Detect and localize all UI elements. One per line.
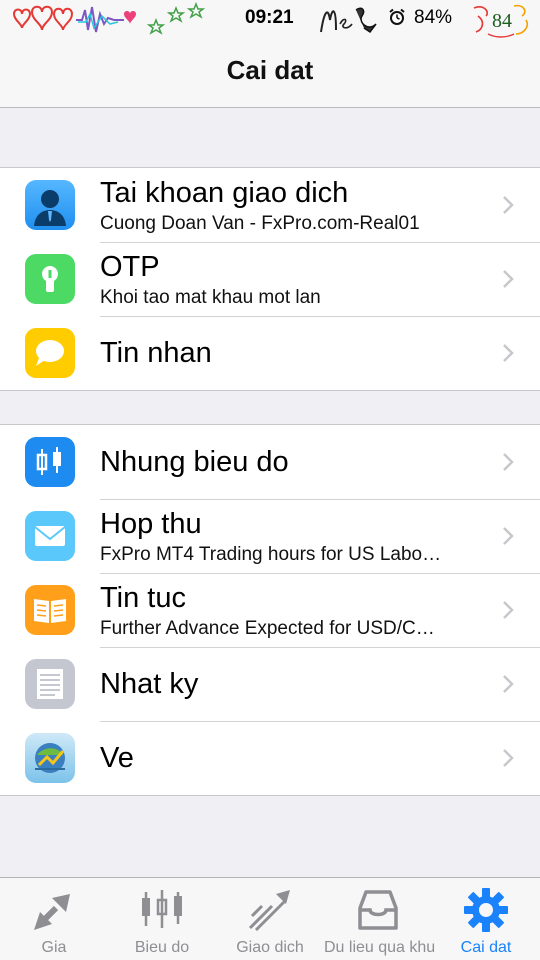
row-title: Tin tuc bbox=[100, 582, 186, 614]
badge-decoration: 84 bbox=[470, 2, 532, 38]
chevron-right-icon bbox=[503, 749, 514, 767]
settings-row-charts[interactable]: Nhung bieu do bbox=[0, 425, 540, 499]
tab-label: Giao dich bbox=[236, 939, 304, 956]
journal-lines-icon bbox=[25, 659, 75, 709]
settings-row-mailbox[interactable]: Hop thu FxPro MT4 Trading hours for US L… bbox=[0, 499, 540, 573]
status-bar: 09:21 84% 84 bbox=[0, 0, 540, 38]
chevron-right-icon bbox=[503, 675, 514, 693]
settings-group-content: Nhung bieu do Hop thu FxPro MT4 Trading … bbox=[0, 424, 540, 796]
gear-icon bbox=[464, 888, 508, 932]
row-subtitle: Further Advance Expected for USD/C… bbox=[100, 618, 435, 639]
tab-history[interactable]: Du lieu qua khu bbox=[324, 878, 436, 960]
tab-charts[interactable]: Bieu do bbox=[108, 878, 216, 960]
row-subtitle: Cuong Doan Van - FxPro.com-Real01 bbox=[100, 213, 420, 234]
history-tray-icon bbox=[358, 890, 398, 930]
top-bar: 09:21 84% 84 Cai dat bbox=[0, 0, 540, 108]
settings-row-otp[interactable]: OTP Khoi tao mat khau mot lan bbox=[0, 242, 540, 316]
envelope-icon bbox=[25, 511, 75, 561]
tab-bar: Gia Bieu do Giao dich Du lieu qua khu Ca… bbox=[0, 877, 540, 960]
open-book-icon bbox=[25, 585, 75, 635]
settings-row-journal[interactable]: Nhat ky bbox=[0, 647, 540, 721]
settings-row-trading-account[interactable]: Tai khoan giao dich Cuong Doan Van - FxP… bbox=[0, 168, 540, 242]
quote-arrows-icon bbox=[34, 894, 70, 930]
settings-row-about[interactable]: Ve bbox=[0, 721, 540, 795]
keyhole-icon bbox=[25, 254, 75, 304]
settings-row-news[interactable]: Tin tuc Further Advance Expected for USD… bbox=[0, 573, 540, 647]
tab-trade[interactable]: Giao dich bbox=[216, 878, 324, 960]
tab-label: Du lieu qua khu bbox=[324, 939, 436, 956]
chevron-right-icon bbox=[503, 527, 514, 545]
candlestick-icon bbox=[142, 890, 182, 928]
trade-trend-icon bbox=[248, 890, 290, 932]
row-subtitle: Khoi tao mat khau mot lan bbox=[100, 287, 321, 308]
chevron-right-icon bbox=[503, 270, 514, 288]
message-bubble-icon bbox=[25, 328, 75, 378]
row-title: Nhat ky bbox=[100, 668, 199, 700]
status-time: 09:21 bbox=[245, 7, 294, 28]
row-title: Nhung bieu do bbox=[100, 446, 289, 478]
tab-settings[interactable]: Cai dat bbox=[432, 878, 540, 960]
tab-label: Cai dat bbox=[460, 939, 512, 956]
candlestick-chart-icon bbox=[25, 437, 75, 487]
row-subtitle: FxPro MT4 Trading hours for US Labo… bbox=[100, 544, 442, 565]
chevron-right-icon bbox=[503, 601, 514, 619]
row-title: OTP bbox=[100, 251, 160, 283]
page-title: Cai dat bbox=[226, 55, 314, 85]
battery-percentage: 84% bbox=[414, 7, 453, 28]
badge-number: 84 bbox=[492, 10, 512, 32]
chevron-right-icon bbox=[503, 453, 514, 471]
chevron-right-icon bbox=[503, 344, 514, 362]
row-title: Tin nhan bbox=[100, 337, 212, 369]
metatrader-logo-icon bbox=[25, 733, 75, 783]
hearts-sparkle-decoration-icon bbox=[12, 2, 206, 35]
signature-decoration-icon bbox=[320, 7, 377, 34]
account-icon bbox=[25, 180, 75, 230]
settings-row-messages[interactable]: Tin nhan bbox=[0, 316, 540, 390]
chevron-right-icon bbox=[503, 196, 514, 214]
tab-label: Gia bbox=[41, 939, 67, 956]
tab-label: Bieu do bbox=[134, 939, 190, 956]
row-title: Ve bbox=[100, 742, 134, 774]
row-title: Hop thu bbox=[100, 508, 202, 540]
tab-quotes[interactable]: Gia bbox=[0, 878, 108, 960]
alarm-clock-icon bbox=[389, 8, 405, 25]
row-title: Tai khoan giao dich bbox=[100, 177, 349, 209]
settings-group-account: Tai khoan giao dich Cuong Doan Van - FxP… bbox=[0, 167, 540, 391]
